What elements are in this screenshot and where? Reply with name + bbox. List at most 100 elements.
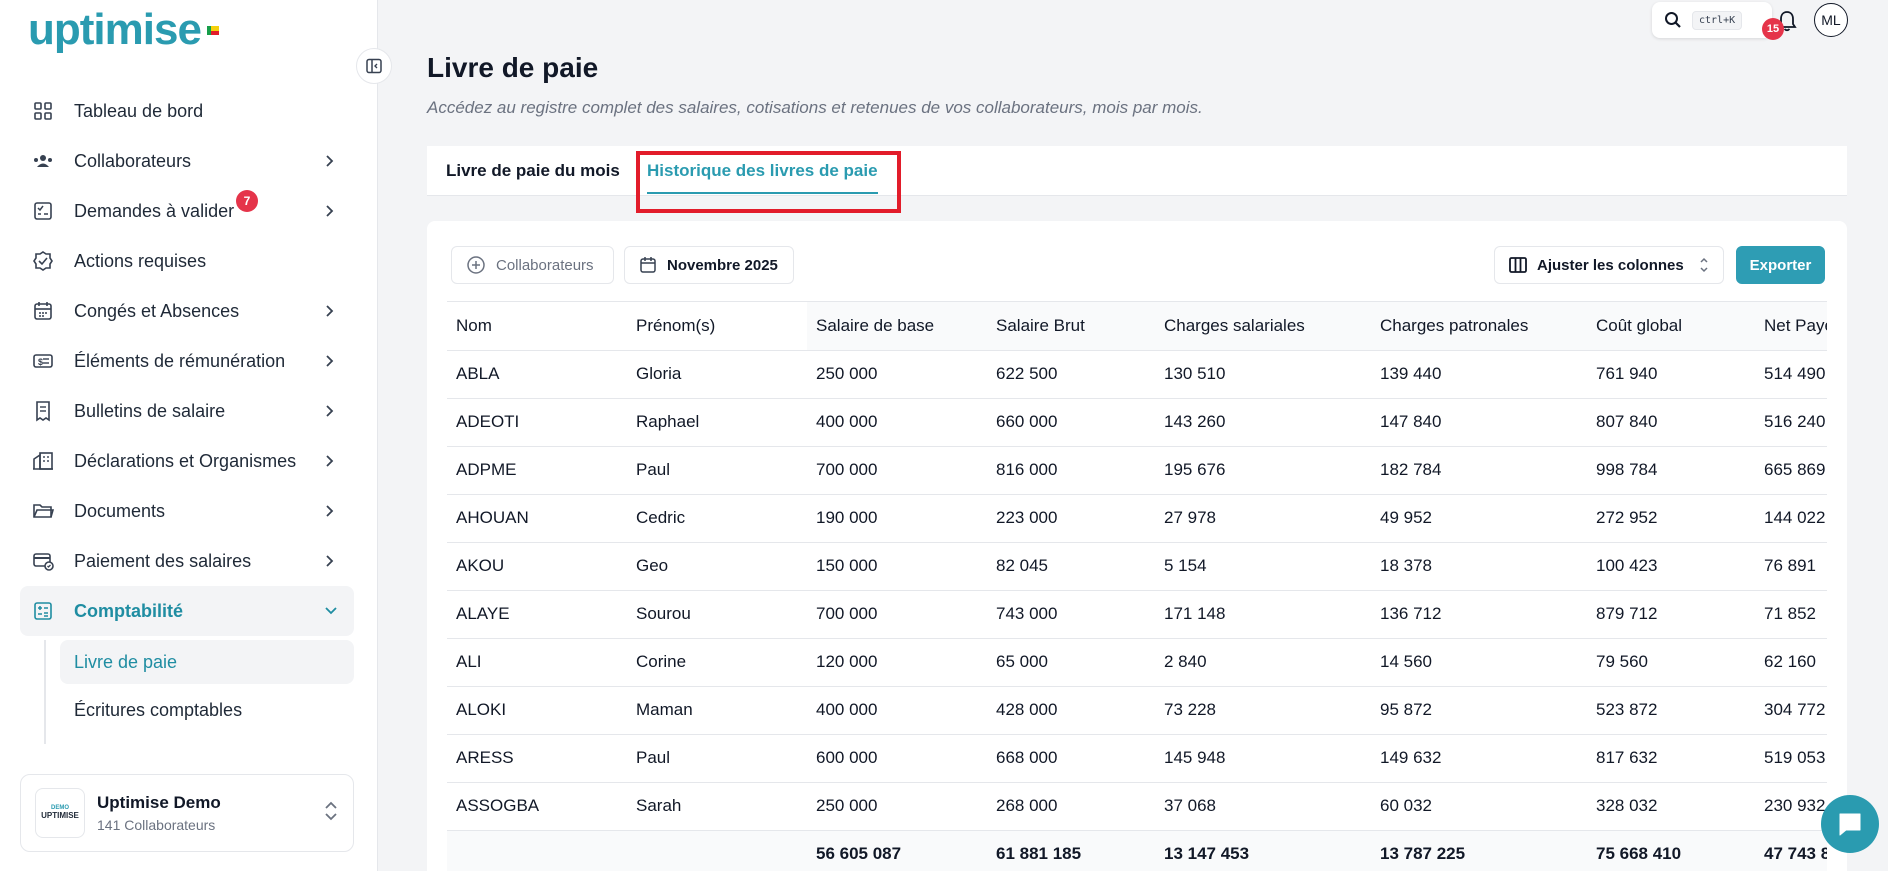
total-cell — [447, 830, 627, 871]
brand-name: uptimise — [28, 5, 202, 54]
sidebar-item-paiement-des-salaires[interactable]: Paiement des salaires — [20, 536, 354, 586]
table-cell: 5 154 — [1155, 542, 1371, 591]
tab-monthly-payroll[interactable]: Livre de paie du mois — [446, 146, 620, 196]
sidebar-item-tableau-de-bord[interactable]: Tableau de bord — [20, 86, 354, 136]
table-cell: 665 869 — [1755, 446, 1827, 495]
table-row[interactable]: ALOKI Maman 400 000 428 000 73 228 95 872 523 … — [447, 686, 1827, 735]
search-icon — [1665, 12, 1681, 28]
table-row[interactable]: ALAYE Sourou 700 000 743 000 171 148 136 712 8… — [447, 590, 1827, 639]
chevron-up-down-icon — [1699, 256, 1709, 274]
table-cell: 144 022 — [1755, 494, 1827, 543]
calendar-icon — [639, 256, 657, 274]
sidebar-collapse-icon — [366, 58, 382, 74]
table-row[interactable]: ASSOGBA Sarah 250 000 268 000 37 068 60 032 32… — [447, 782, 1827, 831]
comptabilite-subnav: Livre de paieÉcritures comptables Provisi… — [44, 640, 354, 744]
table-cell: 743 000 — [987, 590, 1155, 639]
brand-logo[interactable]: uptimise — [28, 8, 219, 52]
table-cell: 62 160 — [1755, 638, 1827, 687]
table-cell: 523 872 — [1587, 686, 1755, 735]
table-cell: ADPME — [447, 446, 627, 495]
column-header[interactable]: Net Payé — [1755, 302, 1827, 351]
totals-row: 56 605 087 61 881 185 13 147 453 13 787 225… — [447, 830, 1827, 871]
column-header[interactable]: Salaire de base — [807, 302, 987, 351]
sidebar-item-documents[interactable]: Documents — [20, 486, 354, 536]
sidebar-item-label: Bulletins de salaire — [74, 400, 226, 421]
total-cell: 56 605 087 — [807, 830, 987, 871]
sidebar-item-declarations-et-organismes[interactable]: Déclarations et Organismes — [20, 436, 354, 486]
filter-collaborators-button[interactable]: Collaborateurs — [451, 246, 614, 284]
subnav-item[interactable]: Provisions de congés payés — [60, 736, 354, 744]
org-logo-text: UPTIMISE — [41, 810, 79, 820]
table-cell: 130 510 — [1155, 350, 1371, 399]
column-header[interactable]: Prénom(s) — [627, 302, 807, 351]
chat-support-button[interactable] — [1821, 795, 1879, 853]
sidebar-item-elements-de-remuneration[interactable]: $ Éléments de rémunération — [20, 336, 354, 386]
column-header[interactable]: Coût global — [1587, 302, 1755, 351]
pending-count-badge: 7 — [236, 190, 258, 212]
sidebar-item-bulletins-de-salaire[interactable]: Bulletins de salaire — [20, 386, 354, 436]
table-cell: ABLA — [447, 350, 627, 399]
organization-switcher[interactable]: DEMO UPTIMISE Uptimise Demo 141 Collabor… — [20, 774, 354, 852]
table-cell: 400 000 — [807, 398, 987, 447]
total-cell: 61 881 185 — [987, 830, 1155, 871]
dashboard-icon — [32, 100, 54, 122]
chevron-right-icon — [324, 454, 338, 468]
table-cell: 668 000 — [987, 734, 1155, 783]
checklist-icon — [32, 200, 54, 222]
calendar-icon — [32, 300, 54, 322]
keyboard-shortcut: ctrl+K — [1692, 10, 1743, 30]
table-row[interactable]: ARESS Paul 600 000 668 000 145 948 149 632 817… — [447, 734, 1827, 783]
table-cell: Raphael — [627, 398, 807, 447]
column-header[interactable]: Charges patronales — [1371, 302, 1587, 351]
table-row[interactable]: ABLA Gloria 250 000 622 500 130 510 139 440 76… — [447, 350, 1827, 399]
sidebar-item-label: Collaborateurs — [74, 150, 192, 171]
table-cell: 37 068 — [1155, 782, 1371, 831]
org-name: Uptimise Demo — [97, 793, 221, 812]
export-button[interactable]: Exporter — [1736, 246, 1825, 284]
sidebar-item-comptabilite[interactable]: Comptabilité — [20, 586, 354, 636]
table-cell: 600 000 — [807, 734, 987, 783]
highlight-box — [636, 151, 901, 213]
sidebar-item-demandes-a-valider[interactable]: Demandes à valider 7 — [20, 186, 354, 236]
sidebar-item-actions-requises[interactable]: Actions requises — [20, 236, 354, 286]
table-cell: 71 852 — [1755, 590, 1827, 639]
table-row[interactable]: ADEOTI Raphael 400 000 660 000 143 260 147 84… — [447, 398, 1827, 447]
total-cell: 47 743 8 — [1755, 830, 1827, 871]
table-row[interactable]: AKOU Geo 150 000 82 045 5 154 18 378 100 423 76… — [447, 542, 1827, 591]
table-cell: 304 772 — [1755, 686, 1827, 735]
month-picker-button[interactable]: Novembre 2025 — [624, 246, 794, 284]
payroll-table-container[interactable]: Nom Prénom(s) Salaire de base Salaire Brut C… — [447, 301, 1827, 871]
table-cell: 195 676 — [1155, 446, 1371, 495]
adjust-columns-label: Ajuster les colonnes — [1537, 256, 1684, 274]
chevron-right-icon — [324, 504, 338, 518]
chevron-right-icon — [324, 554, 338, 568]
org-collaborator-count: 141 Collaborateurs — [97, 817, 216, 833]
table-row[interactable]: AHOUAN Cedric 190 000 223 000 27 978 49 952 27… — [447, 494, 1827, 543]
table-cell: 400 000 — [807, 686, 987, 735]
sidebar-item-collaborateurs[interactable]: Collaborateurs — [20, 136, 354, 186]
column-header[interactable]: Charges salariales — [1155, 302, 1371, 351]
column-header[interactable]: Salaire Brut — [987, 302, 1155, 351]
subnav-item[interactable]: Écritures comptables — [60, 688, 354, 732]
table-row[interactable]: ADPME Paul 700 000 816 000 195 676 182 784 998… — [447, 446, 1827, 495]
plus-circle-icon — [466, 255, 486, 275]
total-cell: 13 147 453 — [1155, 830, 1371, 871]
chevron-up-down-icon[interactable] — [323, 800, 339, 827]
columns-icon — [1509, 257, 1527, 273]
table-row[interactable]: ALI Corine 120 000 65 000 2 840 14 560 79 560 6… — [447, 638, 1827, 687]
table-cell: 700 000 — [807, 590, 987, 639]
org-logo: DEMO UPTIMISE — [35, 788, 85, 838]
table-cell: 817 632 — [1587, 734, 1755, 783]
table-cell: ASSOGBA — [447, 782, 627, 831]
table-cell: 136 712 — [1371, 590, 1587, 639]
adjust-columns-button[interactable]: Ajuster les colonnes — [1494, 246, 1724, 284]
table-cell: 60 032 — [1371, 782, 1587, 831]
user-avatar[interactable]: ML — [1814, 3, 1848, 37]
table-cell: 230 932 — [1755, 782, 1827, 831]
table-cell: 147 840 — [1371, 398, 1587, 447]
search-button[interactable]: ctrl+K — [1652, 2, 1772, 38]
collapse-sidebar-button[interactable] — [356, 48, 392, 84]
sidebar-item-conges-et-absences[interactable]: Congés et Absences — [20, 286, 354, 336]
subnav-item[interactable]: Livre de paie — [60, 640, 354, 684]
column-header[interactable]: Nom — [447, 302, 627, 351]
